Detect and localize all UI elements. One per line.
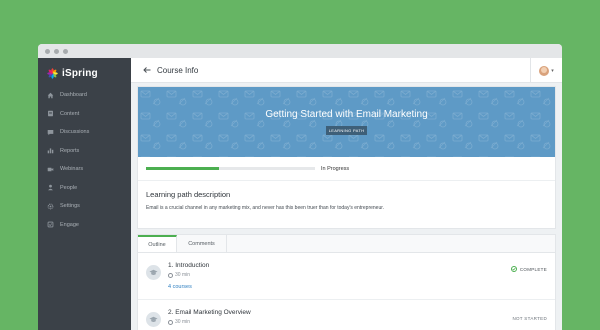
course-card: Getting Started with Email Marketing LEA…	[137, 86, 556, 229]
status-badge: NOT STARTED	[512, 316, 547, 321]
status-label: NOT STARTED	[512, 316, 547, 321]
outline-card: Outline Comments 1. Introduction 30 min …	[137, 234, 556, 330]
module-meta: 30 min	[168, 272, 209, 278]
description-title: Learning path description	[146, 190, 231, 199]
module-meta: 30 min	[168, 319, 251, 325]
module-title[interactable]: 2. Email Marketing Overview	[168, 309, 251, 316]
brand-logo[interactable]: iSpring	[38, 58, 131, 82]
engage-icon	[47, 221, 54, 228]
sidebar-item-discussions[interactable]: Discussions	[38, 123, 131, 142]
sidebar-menu: Dashboard Content Discussions Reports We…	[38, 86, 131, 234]
list-item[interactable]: 1. Introduction 30 min 4 courses COMPLET…	[138, 253, 555, 300]
sidebar-item-content[interactable]: Content	[38, 105, 131, 124]
graduation-cap-icon	[146, 265, 161, 280]
sidebar-item-settings[interactable]: Settings	[38, 197, 131, 216]
top-bar: Course Info ▾	[131, 58, 562, 83]
clock-icon	[168, 272, 173, 278]
course-banner: Getting Started with Email Marketing LEA…	[138, 87, 555, 157]
sidebar-item-label: Content	[60, 110, 80, 117]
app-window: iSpring Dashboard Content Discussions Re…	[38, 44, 562, 330]
person-icon	[48, 184, 53, 191]
tab-comments[interactable]: Comments	[177, 235, 227, 252]
chevron-down-icon: ▾	[551, 67, 554, 74]
module-duration: 30 min	[175, 319, 191, 325]
status-label: COMPLETE	[519, 266, 547, 272]
graduation-cap-icon	[146, 312, 161, 327]
window-titlebar	[38, 44, 562, 58]
sidebar-item-webinars[interactable]: Webinars	[38, 160, 131, 179]
window-control-dot[interactable]	[45, 48, 50, 54]
progress-section: In Progress	[138, 157, 555, 181]
home-icon	[47, 92, 54, 99]
progress-bar-fill	[146, 167, 219, 170]
page-title: Course Info	[157, 65, 199, 75]
sidebar-item-dashboard[interactable]: Dashboard	[38, 86, 131, 105]
banner-pattern-decoration	[138, 87, 555, 157]
description-text: Email is a crucial channel in any market…	[146, 205, 385, 211]
description-section: Learning path description Email is a cru…	[138, 181, 555, 220]
avatar	[539, 65, 550, 76]
window-control-dot[interactable]	[63, 48, 68, 54]
sidebar-item-label: Discussions	[60, 129, 90, 136]
sidebar: iSpring Dashboard Content Discussions Re…	[38, 58, 131, 330]
tab-outline[interactable]: Outline	[138, 235, 177, 252]
progress-status: In Progress	[321, 165, 350, 172]
module-courses-link[interactable]: 4 courses	[168, 284, 209, 290]
brand-name: iSpring	[62, 67, 98, 79]
sidebar-item-label: Settings	[60, 203, 80, 210]
clock-icon	[168, 319, 173, 325]
sidebar-item-label: People	[60, 184, 78, 191]
content-icon	[48, 110, 53, 117]
sidebar-item-reports[interactable]: Reports	[38, 142, 131, 161]
sidebar-item-label: Reports	[60, 147, 80, 154]
back-arrow-icon[interactable]	[142, 65, 152, 75]
check-circle-icon	[510, 266, 517, 272]
video-icon	[47, 167, 54, 171]
gear-icon	[47, 203, 54, 210]
sidebar-item-engage[interactable]: Engage	[38, 216, 131, 235]
sidebar-item-label: Engage	[60, 221, 79, 228]
module-body: 2. Email Marketing Overview 30 min	[168, 309, 251, 325]
tab-bar: Outline Comments	[138, 235, 555, 253]
chat-icon	[47, 129, 54, 136]
learning-path-badge: LEARNING PATH	[325, 126, 368, 135]
module-title[interactable]: 1. Introduction	[168, 262, 209, 269]
main-content: Course Info ▾ Getting Started with Email…	[131, 58, 562, 330]
ispring-logo-icon	[47, 67, 58, 79]
list-item[interactable]: 2. Email Marketing Overview 30 min NOT S…	[138, 300, 555, 330]
sidebar-item-people[interactable]: People	[38, 179, 131, 198]
module-body: 1. Introduction 30 min 4 courses	[168, 262, 209, 290]
window-control-dot[interactable]	[54, 48, 59, 54]
progress-bar	[146, 167, 315, 170]
user-menu[interactable]: ▾	[530, 58, 562, 83]
module-duration: 30 min	[175, 272, 191, 278]
chart-icon	[47, 148, 54, 154]
status-badge: COMPLETE	[510, 266, 547, 272]
course-title: Getting Started with Email Marketing	[265, 109, 428, 120]
sidebar-item-label: Webinars	[60, 166, 84, 173]
sidebar-item-label: Dashboard	[60, 92, 87, 99]
